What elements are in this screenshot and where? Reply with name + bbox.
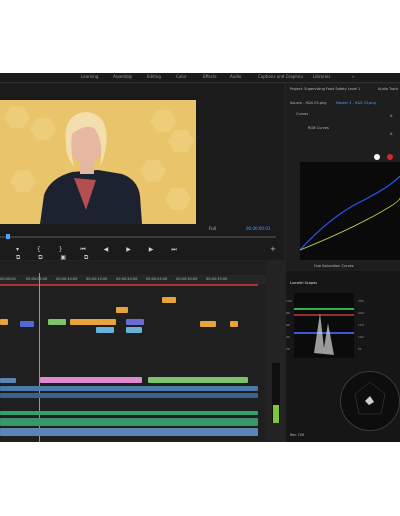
presenter-image xyxy=(40,112,142,224)
lumetri-panel: Project: Supervising Food Safety Level 1… xyxy=(286,84,400,442)
hue-saturation-label[interactable]: Hue Saturation Curves xyxy=(314,264,354,268)
more-workspaces-icon[interactable]: » xyxy=(352,74,354,79)
master-label[interactable]: Master 3 - H&S 03.png xyxy=(336,101,376,105)
curves-header[interactable]: Curves xyxy=(296,112,308,116)
waveform-scope xyxy=(294,293,354,358)
audio-track-tab[interactable]: Audio Track xyxy=(378,87,398,91)
playhead-marker[interactable] xyxy=(6,234,10,239)
playhead-line[interactable] xyxy=(39,273,40,442)
tab-effects[interactable]: Effects xyxy=(203,74,217,79)
tab-libraries[interactable]: Libraries xyxy=(313,74,330,79)
vectorscope xyxy=(340,371,400,431)
scale-left: 100 80 60 40 20 xyxy=(286,299,292,351)
audio-meter xyxy=(272,363,280,423)
transport-controls[interactable]: ▾ { } ⏮ ◀ ▶ ▶ ⏭ ⧉ ⧉ ▣ ⧉ xyxy=(16,246,196,261)
add-button-icon[interactable]: + xyxy=(270,245,276,253)
white-channel-icon[interactable] xyxy=(374,154,380,160)
tab-assembly[interactable]: Assembly xyxy=(113,74,132,79)
premiere-window: Learning Assembly Editing Color Effects … xyxy=(0,73,400,442)
tab-color[interactable]: Color xyxy=(176,74,186,79)
program-timecode: 00:00:00:01 xyxy=(246,226,271,231)
checkbox-b[interactable]: A xyxy=(390,132,392,136)
checkbox-a[interactable]: A xyxy=(390,114,392,118)
video-frame xyxy=(0,100,196,224)
program-scrubber[interactable] xyxy=(0,236,276,238)
red-channel-icon[interactable] xyxy=(387,154,393,160)
project-title: Project: Supervising Food Safety Level 1 xyxy=(290,87,361,91)
fit-dropdown[interactable]: Full xyxy=(209,226,216,231)
tab-captions-graphics[interactable]: Captions and Graphics xyxy=(258,74,303,79)
tab-audio[interactable]: Audio xyxy=(230,74,241,79)
source-label[interactable]: Source - H&S 03.png xyxy=(290,101,326,105)
program-monitor: Full 00:00:00:01 ▾ { } ⏮ ◀ ▶ ▶ ⏭ ⧉ ⧉ ▣ ⧉… xyxy=(0,84,284,261)
rgb-curve-graph[interactable] xyxy=(299,162,400,260)
scale-right: 255 204 153 102 51 xyxy=(358,299,364,351)
tab-learning[interactable]: Learning xyxy=(81,74,98,79)
lumetri-scopes: Lumetri Scopes 100 80 60 40 20 255 204 153 102 5… xyxy=(286,271,400,442)
scopes-title: Lumetri Scopes xyxy=(290,281,318,285)
workspace-bar: Learning Assembly Editing Color Effects … xyxy=(0,73,400,83)
tab-editing[interactable]: Editing xyxy=(147,74,161,79)
scopes-footer: Rec.709 xyxy=(290,433,305,437)
rgb-curves-header[interactable]: RGB Curves xyxy=(308,126,329,130)
